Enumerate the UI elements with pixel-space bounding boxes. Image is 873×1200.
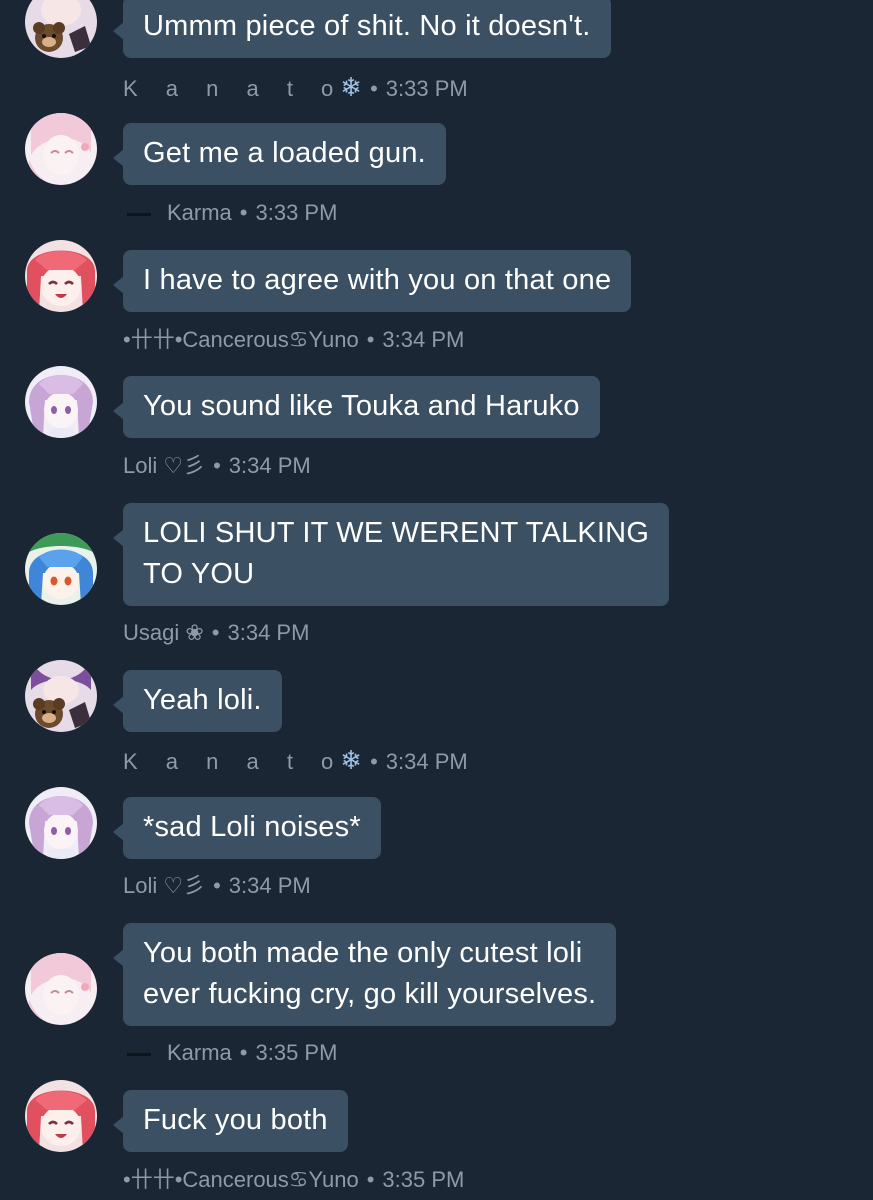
- separator-dot: •: [239, 200, 248, 225]
- message-meta: Loli ♡彡 • 3:34 PM: [123, 451, 311, 481]
- author-name[interactable]: Usagi ❀: [123, 620, 204, 645]
- author-name[interactable]: Loli ♡彡: [123, 873, 205, 898]
- message-bubble[interactable]: Get me a loaded gun.: [113, 123, 446, 185]
- timestamp: 3:34 PM: [228, 873, 311, 898]
- kanato-teddy-avatar: [25, 660, 97, 732]
- timestamp: 3:35 PM: [255, 1040, 338, 1065]
- dash-icon: [127, 212, 151, 216]
- message-meta: Loli ♡彡 • 3:34 PM: [123, 871, 311, 901]
- author-name[interactable]: K a n a t o: [123, 749, 344, 774]
- message-line: LOLI SHUT IT WE WERENT TALKING: [143, 517, 650, 549]
- snowflake-icon: ❄: [340, 72, 363, 102]
- message-bubble[interactable]: Ummm piece of shit. No it doesn't.: [113, 0, 611, 58]
- avatar[interactable]: [25, 533, 97, 605]
- separator-dot: •: [370, 76, 378, 101]
- karma-pink-avatar: [25, 113, 97, 185]
- message-meta: Karma • 3:33 PM: [123, 198, 337, 228]
- message-meta: •卄卄•Cancerous♋Yuno • 3:35 PM: [123, 1165, 464, 1195]
- timestamp: 3:34 PM: [227, 620, 310, 645]
- separator-dot: •: [213, 873, 221, 898]
- author-name[interactable]: •卄卄•Cancerous♋Yuno: [123, 327, 359, 352]
- avatar[interactable]: [25, 113, 97, 185]
- message-bubble[interactable]: You both made the only cutest loli ever …: [112, 923, 617, 1026]
- message-line: You both made the only cutest loli: [143, 937, 583, 969]
- message-bubble[interactable]: Fuck you both: [113, 1090, 348, 1152]
- kanato-teddy-avatar: [25, 0, 97, 58]
- author-name[interactable]: K a n a t o: [123, 76, 344, 101]
- message-line: TO YOU: [143, 558, 255, 590]
- avatar[interactable]: [25, 787, 97, 859]
- avatar[interactable]: [25, 1080, 97, 1152]
- message-line: ever fucking cry, go kill yourselves.: [143, 978, 597, 1010]
- avatar[interactable]: [25, 0, 97, 58]
- timestamp: 3:33 PM: [255, 200, 338, 225]
- karma-pink-avatar: [25, 953, 97, 1025]
- usagi-blue-hair-avatar: [25, 533, 97, 605]
- message-meta: Karma • 3:35 PM: [123, 1038, 337, 1068]
- avatar[interactable]: [25, 953, 97, 1025]
- separator-dot: •: [366, 327, 375, 352]
- chat-thread[interactable]: Ummm piece of shit. No it doesn't. K a n…: [0, 0, 873, 1200]
- author-name[interactable]: Karma: [167, 200, 232, 225]
- loli-lavender-avatar: [25, 366, 97, 438]
- author-name[interactable]: •卄卄•Cancerous♋Yuno: [123, 1167, 359, 1192]
- avatar[interactable]: [25, 366, 97, 438]
- message-meta: K a n a t o❄ • 3:33 PM: [123, 72, 468, 102]
- yuno-red-hair-avatar: [25, 240, 97, 312]
- timestamp: 3:34 PM: [385, 749, 468, 774]
- separator-dot: •: [370, 749, 378, 774]
- message-bubble[interactable]: I have to agree with you on that one: [112, 250, 632, 312]
- message-bubble[interactable]: Yeah loli.: [113, 670, 282, 732]
- timestamp: 3:34 PM: [382, 327, 465, 352]
- loli-lavender-avatar: [25, 787, 97, 859]
- yuno-red-hair-avatar: [25, 1080, 97, 1152]
- timestamp: 3:33 PM: [385, 76, 468, 101]
- avatar[interactable]: [25, 240, 97, 312]
- timestamp: 3:35 PM: [382, 1167, 465, 1192]
- separator-dot: •: [213, 453, 221, 478]
- message-meta: •卄卄•Cancerous♋Yuno • 3:34 PM: [123, 325, 464, 355]
- message-bubble[interactable]: You sound like Touka and Haruko: [113, 376, 600, 438]
- dash-icon: [127, 1052, 151, 1056]
- message-meta: K a n a t o❄ • 3:34 PM: [123, 745, 468, 775]
- separator-dot: •: [211, 620, 220, 645]
- separator-dot: •: [366, 1167, 375, 1192]
- message-meta: Usagi ❀ • 3:34 PM: [123, 618, 309, 648]
- author-name[interactable]: Loli ♡彡: [123, 453, 205, 478]
- timestamp: 3:34 PM: [228, 453, 311, 478]
- message-bubble[interactable]: *sad Loli noises*: [113, 797, 381, 859]
- snowflake-icon: ❄: [340, 745, 363, 775]
- message-bubble[interactable]: LOLI SHUT IT WE WERENT TALKING TO YOU: [112, 503, 670, 606]
- avatar[interactable]: [25, 660, 97, 732]
- author-name[interactable]: Karma: [167, 1040, 232, 1065]
- separator-dot: •: [239, 1040, 248, 1065]
